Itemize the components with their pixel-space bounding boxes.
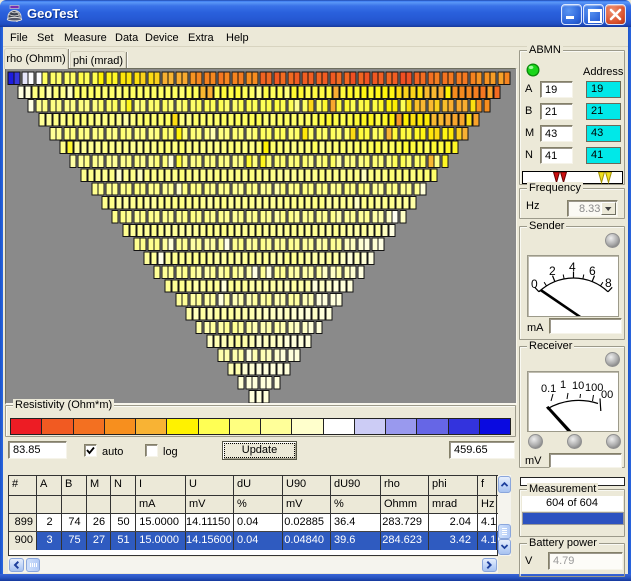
svg-text:0.1: 0.1 xyxy=(541,383,556,395)
svg-text:6: 6 xyxy=(589,264,596,278)
svg-text:10: 10 xyxy=(572,380,584,392)
svg-text:0: 0 xyxy=(531,277,538,291)
svg-text:1: 1 xyxy=(560,379,566,391)
svg-text:00: 00 xyxy=(601,389,613,401)
svg-text:4: 4 xyxy=(569,260,576,274)
svg-text:2: 2 xyxy=(549,264,556,278)
svg-text:8: 8 xyxy=(605,276,612,290)
